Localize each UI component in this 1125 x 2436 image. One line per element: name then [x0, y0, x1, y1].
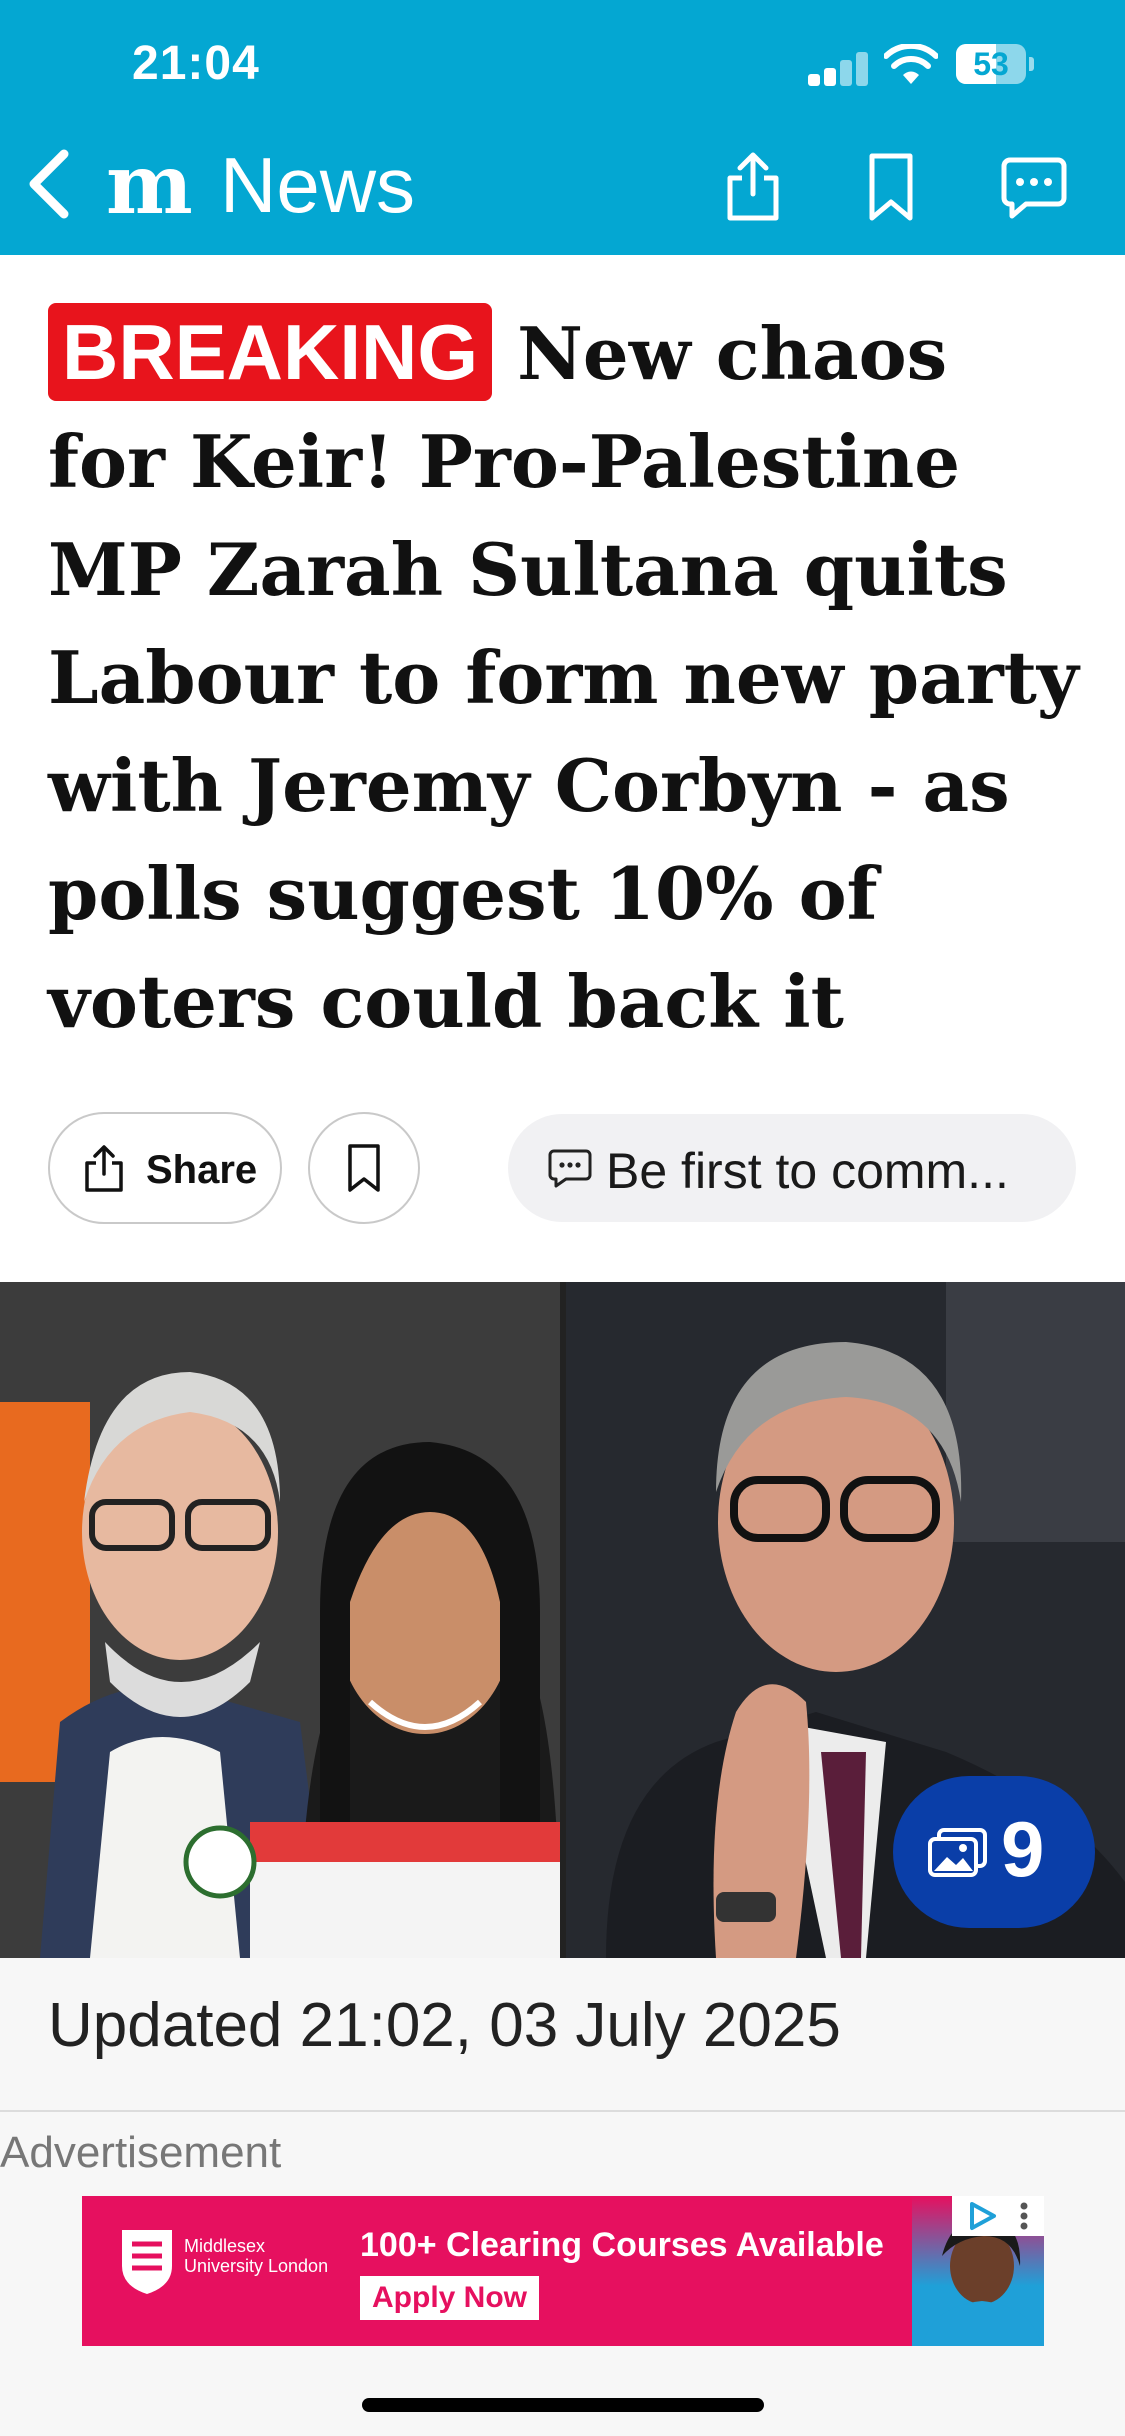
ad-advertiser: Middlesex University London: [184, 2236, 329, 2276]
battery-level: 53: [973, 46, 1009, 82]
article-headline: BREAKING New chaos for Keir! Pro-Palesti…: [48, 300, 1088, 1056]
university-crest-icon: [122, 2230, 172, 2294]
advertisement-area: Advertisement Middlesex University Londo…: [0, 2112, 1125, 2436]
photo-gallery-icon: [928, 1828, 987, 1877]
status-time: 21:04: [132, 37, 260, 90]
updated-timestamp: Updated 21:02, 03 July 2025: [48, 1991, 841, 2060]
share-label: Share: [146, 1148, 258, 1192]
ad-apply-button[interactable]: Apply Now: [360, 2276, 539, 2320]
bookmark-icon[interactable]: [856, 150, 926, 222]
ad-choices-icon[interactable]: [952, 2196, 1044, 2236]
ad-banner[interactable]: Middlesex University London 100+ Clearin…: [82, 2196, 1044, 2346]
share-icon[interactable]: [718, 150, 788, 222]
breaking-badge: BREAKING: [48, 303, 493, 401]
dailymail-logo[interactable]: m: [106, 140, 196, 230]
share-icon: [85, 1145, 123, 1192]
photo-corbyn-sultana: [0, 1282, 560, 1958]
ad-headline: 100+ Clearing Courses Available: [360, 2226, 884, 2264]
comments-icon[interactable]: [998, 150, 1068, 222]
share-button[interactable]: Share: [48, 1112, 282, 1224]
save-button[interactable]: [308, 1112, 420, 1224]
cellular-signal-icon: [808, 50, 870, 86]
section-title: News: [220, 141, 416, 229]
gallery-count: 9: [1001, 1805, 1045, 1893]
bookmark-icon: [348, 1144, 380, 1192]
app-header: 21:04 53 m News: [0, 0, 1125, 255]
back-chevron-icon[interactable]: [22, 148, 78, 220]
wifi-icon: [884, 44, 938, 84]
battery-icon: 53: [956, 44, 1036, 84]
timestamp-bar: Updated 21:02, 03 July 2025: [0, 1958, 1125, 2110]
comment-bubble-icon: [548, 1149, 592, 1188]
headline-text: New chaos for Keir! Pro-Palestine MP Zar…: [48, 311, 1079, 1044]
comments-button[interactable]: Be first to comm...: [508, 1114, 1076, 1222]
home-indicator[interactable]: [362, 2398, 764, 2412]
gallery-button[interactable]: 9: [893, 1776, 1095, 1928]
comments-label: Be first to comm...: [606, 1143, 1009, 1199]
advertisement-label: Advertisement: [0, 2128, 282, 2177]
